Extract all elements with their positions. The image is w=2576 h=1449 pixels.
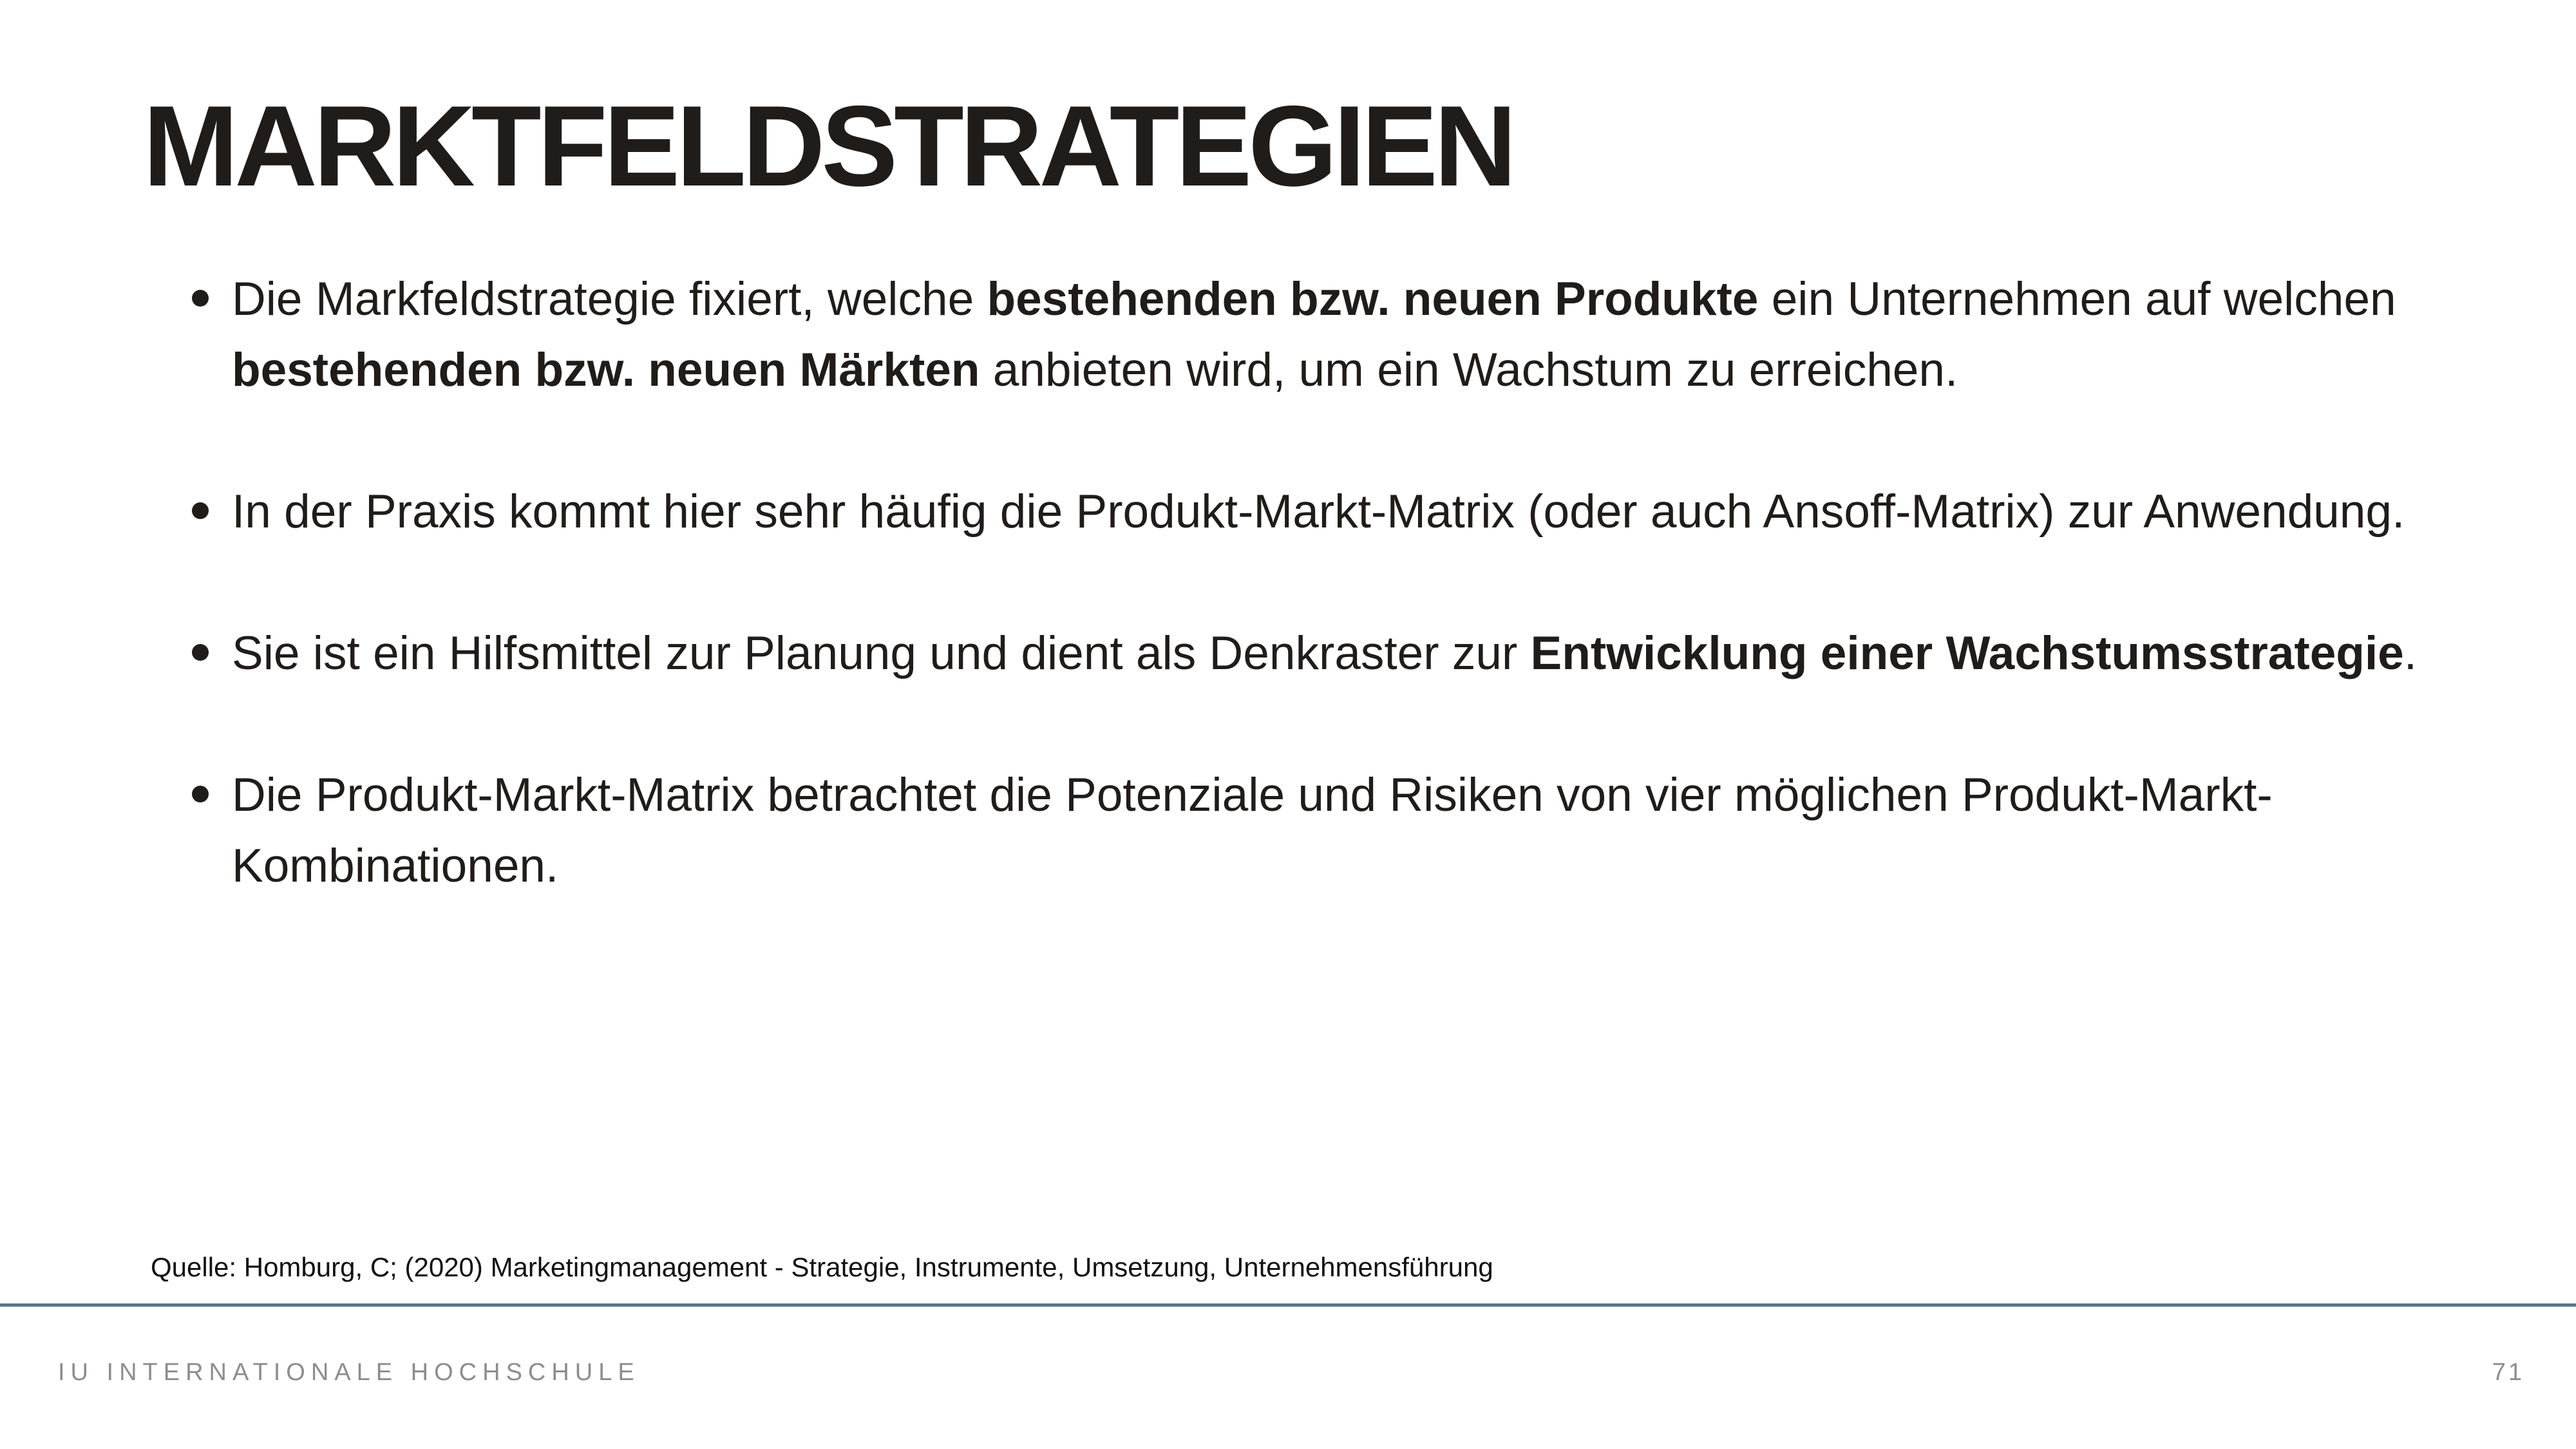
bullet-text: anbieten wird, um ein Wachstum zu erreic… <box>980 344 1958 396</box>
bullet-emphasis: Entwicklung einer Wachstumsstrategie <box>1530 627 2404 679</box>
bullet-dot-icon <box>192 786 209 802</box>
bullet-list: Die Markfeldstrategie fixiert, welche be… <box>192 264 2447 902</box>
bullet-emphasis: bestehenden bzw. neuen Produkte <box>987 273 1759 325</box>
page-number: 71 <box>2492 1359 2524 1386</box>
bullet-item: In der Praxis kommt hier sehr häufig die… <box>192 477 2447 547</box>
footer-brand: IU INTERNATIONALE HOCHSCHULE <box>58 1359 640 1386</box>
bullet-text: In der Praxis kommt hier sehr häufig die… <box>232 486 2405 538</box>
bullet-text: Sie ist ein Hilfsmittel zur Planung und … <box>232 627 1531 679</box>
source-citation: Quelle: Homburg, C; (2020) Marketingmana… <box>151 1252 1493 1282</box>
bullet-text: Die Markfeldstrategie fixiert, welche <box>232 273 987 325</box>
bullet-item: Die Produkt-Markt-Matrix betrachtet die … <box>192 760 2447 902</box>
bullet-text: . <box>2403 627 2418 679</box>
bullet-text: Die Produkt-Markt-Matrix betrachtet die … <box>232 769 2273 892</box>
bullet-dot-icon <box>192 644 209 661</box>
footer-divider <box>0 1303 2576 1307</box>
bullet-item: Sie ist ein Hilfsmittel zur Planung und … <box>192 618 2447 689</box>
bullet-dot-icon <box>192 502 209 519</box>
bullet-item: Die Markfeldstrategie fixiert, welche be… <box>192 264 2447 406</box>
bullet-emphasis: bestehenden bzw. neuen Märkten <box>232 344 980 396</box>
slide-title: MARKTFELDSTRATEGIEN <box>143 82 1517 210</box>
bullet-dot-icon <box>192 290 209 307</box>
bullet-text: ein Unternehmen auf welchen <box>1758 273 2396 325</box>
